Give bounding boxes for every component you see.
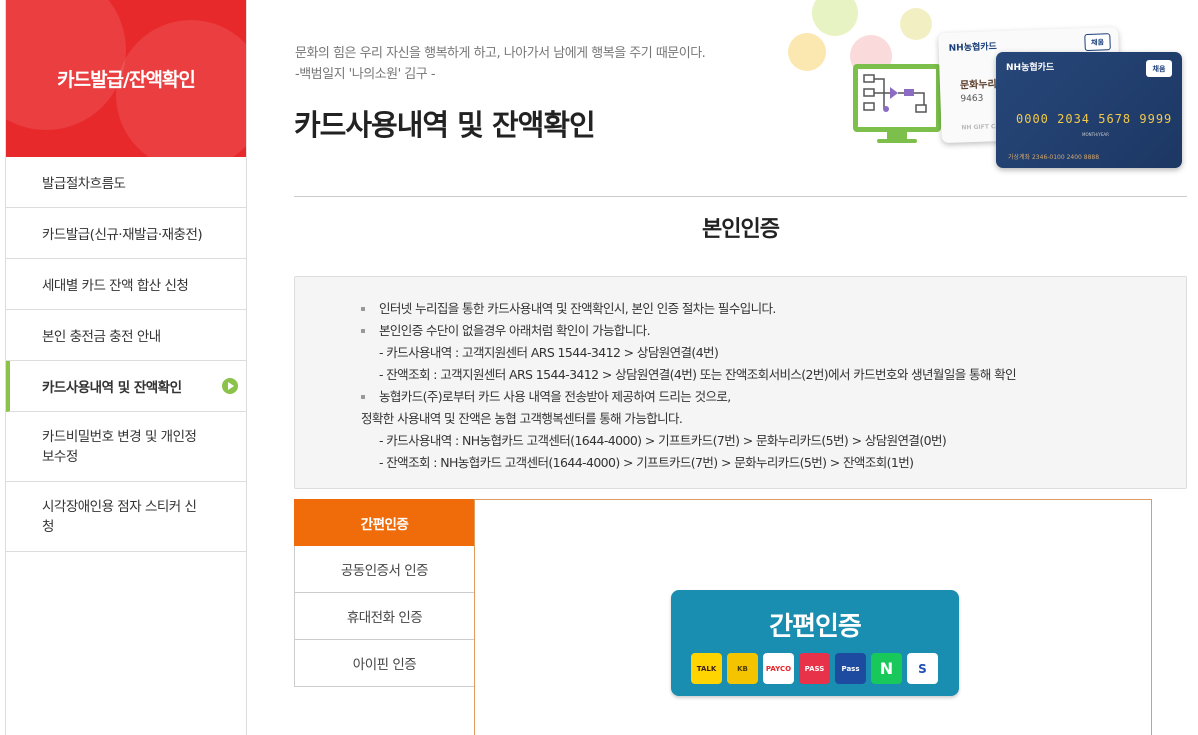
card-badge: 채움 xyxy=(1084,33,1111,52)
info-subtext: - 카드사용내역 : 고객지원센터 ARS 1544-3412 > 상담원연결(… xyxy=(379,345,719,360)
info-text: 본인인증 수단이 없을경우 아래처럼 확인이 가능합니다. xyxy=(379,323,651,338)
card-name: 문화누리 xyxy=(959,79,997,92)
sidebar-title: 카드발급/잔액확인 xyxy=(57,69,196,91)
sidebar-item-usage-balance[interactable]: 카드사용내역 및 잔액확인 xyxy=(6,361,246,412)
sidebar-item-card-issue[interactable]: 카드발급(신규·재발급·재충전) xyxy=(6,208,246,259)
card-number: 0000 2034 5678 9999 xyxy=(1016,112,1173,126)
chevron-right-icon xyxy=(222,378,238,394)
monitor-icon xyxy=(853,64,941,132)
info-subtext: - 카드사용내역 : NH농협카드 고객센터(1644-4000) > 기프트카… xyxy=(379,433,947,448)
sidebar-item-password-change[interactable]: 카드비밀번호 변경 및 개인정보수정 xyxy=(6,412,246,482)
sidebar-item-label: 시각장애인용 점자 스티커 신청 xyxy=(42,498,197,535)
quote-line: 문화의 힘은 우리 자신을 행복하게 하고, 나아가서 남에게 행복을 주기 때… xyxy=(295,46,706,61)
naver-icon: N xyxy=(871,653,902,684)
header-quote: 문화의 힘은 우리 자신을 행복하게 하고, 나아가서 남에게 행복을 주기 때… xyxy=(295,43,706,85)
card-brand: NH농협카드 xyxy=(948,42,998,54)
sidebar: 카드발급/잔액확인 발급절차흐름도 카드발급(신규·재발급·재충전) 세대별 카… xyxy=(5,0,247,735)
auth-panel: 간편인증 TALK KB PAYCO PASS Pass N S xyxy=(474,499,1152,735)
card-account: 가상계좌 2346-0100 2400 8888 xyxy=(1008,154,1100,161)
page-title: 카드사용내역 및 잔액확인 xyxy=(294,108,596,142)
tab-phone-auth[interactable]: 휴대전화 인증 xyxy=(294,593,475,640)
card-expiry: MONTH/YEAR xyxy=(1082,132,1109,137)
tab-certificate-auth[interactable]: 공동인증서 인증 xyxy=(294,546,475,593)
card-badge: 채움 xyxy=(1146,60,1172,77)
info-text: 정확한 사용내역 및 잔액은 농협 고객행복센터를 통해 가능합니다. xyxy=(361,411,683,426)
samsung-pass-icon: Pass xyxy=(835,653,866,684)
card-number: 9463 xyxy=(960,93,984,105)
sidebar-item-household-balance[interactable]: 세대별 카드 잔액 합산 신청 xyxy=(6,259,246,310)
section-divider xyxy=(294,196,1187,197)
tab-ipin-auth[interactable]: 아이핀 인증 xyxy=(294,640,475,687)
shinhan-bank-icon: S xyxy=(907,653,938,684)
sidebar-item-issue-flow[interactable]: 발급절차흐름도 xyxy=(6,157,246,208)
easy-auth-button[interactable]: 간편인증 TALK KB PAYCO PASS Pass N S xyxy=(671,590,959,696)
nh-card-image: NH농협카드 채움 0000 2034 5678 9999 MONTH/YEAR… xyxy=(996,52,1182,168)
sidebar-item-self-charge[interactable]: 본인 충전금 충전 안내 xyxy=(6,310,246,361)
info-subtext: - 잔액조회 : NH농협카드 고객센터(1644-4000) > 기프트카드(… xyxy=(379,455,914,470)
kb-bank-icon: KB xyxy=(727,653,758,684)
info-text: 농협카드(주)로부터 카드 사용 내역을 전송받아 제공하여 드리는 것으로, xyxy=(379,389,731,404)
pass-icon: PASS xyxy=(799,653,830,684)
sidebar-item-label: 카드사용내역 및 잔액확인 xyxy=(42,380,182,396)
easy-auth-title: 간편인증 xyxy=(769,612,862,642)
info-bullet: 본인인증 수단이 없을경우 아래처럼 확인이 가능합니다. - 카드사용내역 :… xyxy=(361,320,1186,386)
info-text: 인터넷 누리집을 통한 카드사용내역 및 잔액확인시, 본인 인증 절차는 필수… xyxy=(379,301,776,316)
card-label: NH GIFT CA xyxy=(961,123,1001,132)
sidebar-item-label: 카드비밀번호 변경 및 개인정보수정 xyxy=(42,428,197,465)
quote-author: -백범일지 '나의소원' 김구 - xyxy=(295,67,436,82)
sidebar-header: 카드발급/잔액확인 xyxy=(6,0,246,157)
sidebar-item-label: 본인 충전금 충전 안내 xyxy=(42,329,161,345)
section-title: 본인인증 xyxy=(702,217,780,242)
info-bullet: 농협카드(주)로부터 카드 사용 내역을 전송받아 제공하여 드리는 것으로, … xyxy=(361,386,1186,474)
card-brand: NH농협카드 xyxy=(1006,63,1055,73)
tab-easy-auth[interactable]: 간편인증 xyxy=(294,499,475,546)
info-subtext: - 잔액조회 : 고객지원센터 ARS 1544-3412 > 상담원연결(4번… xyxy=(379,367,1017,382)
info-box: 인터넷 누리집을 통한 카드사용내역 및 잔액확인시, 본인 인증 절차는 필수… xyxy=(294,276,1187,489)
header-illustration: NH농협카드 채움 문화누리 9463 NH GIFT CA NH농협카드 채움… xyxy=(780,0,1198,170)
sidebar-item-label: 세대별 카드 잔액 합산 신청 xyxy=(42,278,189,294)
info-bullet: 인터넷 누리집을 통한 카드사용내역 및 잔액확인시, 본인 인증 절차는 필수… xyxy=(361,298,1186,320)
sidebar-item-braille-sticker[interactable]: 시각장애인용 점자 스티커 신청 xyxy=(6,482,246,552)
auth-tabs: 간편인증 공동인증서 인증 휴대전화 인증 아이핀 인증 xyxy=(294,499,475,687)
provider-list: TALK KB PAYCO PASS Pass N S xyxy=(691,653,938,684)
payco-icon: PAYCO xyxy=(763,653,794,684)
kakao-talk-icon: TALK xyxy=(691,653,722,684)
sidebar-item-label: 카드발급(신규·재발급·재충전) xyxy=(42,227,203,243)
sidebar-item-label: 발급절차흐름도 xyxy=(42,176,126,192)
